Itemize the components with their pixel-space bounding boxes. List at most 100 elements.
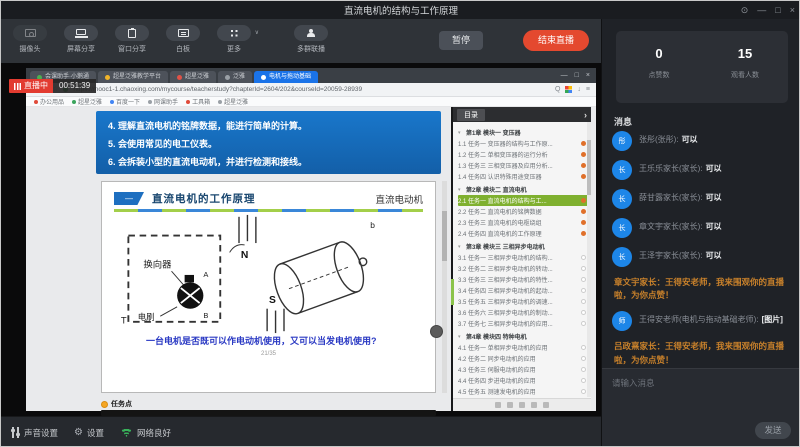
viewers-count: 15 xyxy=(702,46,788,61)
message-input[interactable] xyxy=(602,369,800,427)
caret-down-icon: ▾ xyxy=(458,130,464,136)
catalog-chapter-row: ▾第3章 模块三 三相异步电动机 xyxy=(458,241,588,252)
catalog-position-indicator xyxy=(451,279,454,305)
viewer-tool-icon[interactable] xyxy=(519,402,525,408)
chapter-catalog-panel: 目录 › ▾第1章 模块一 变压器1.1 任务一 变压器的结构与工作原...1.… xyxy=(451,107,591,411)
catalog-item: 3.4 任务四 三相异步电动机的起动... xyxy=(458,285,588,296)
message-body: 张彤(张彤):可以 xyxy=(639,131,698,151)
close-button[interactable]: × xyxy=(790,5,795,15)
chat-message: 长薛甘露家长(家长):可以 xyxy=(612,189,791,209)
tab-label: 超星泛雅教学平台 xyxy=(113,71,161,83)
maximize-button[interactable]: □ xyxy=(775,5,780,15)
task-point-badge-icon xyxy=(581,299,586,304)
task-point-badge-icon xyxy=(581,389,586,394)
bookmark-label: 百度一下 xyxy=(116,97,140,106)
task-point-badge-icon xyxy=(581,220,586,225)
svg-text:N: N xyxy=(240,250,247,261)
slide-scrollbar[interactable] xyxy=(442,181,447,393)
menu-icon: ≡ xyxy=(586,86,590,93)
messages-list[interactable]: 彤张彤(张彤):可以长王乐乐家长(家长):可以长薛甘露家长(家长):可以长章文宇… xyxy=(602,131,800,368)
message-body: 章文宇家长(家长):可以 xyxy=(639,218,722,238)
toolbar-button-more[interactable]: ∨更多 xyxy=(213,25,255,54)
chat-message: 长王泽宇家长(家长):可以 xyxy=(612,247,791,267)
viewer-tool-icon[interactable] xyxy=(531,402,537,408)
catalog-item-label: 1.3 任务三 三相变压器及应用分析... xyxy=(458,161,578,170)
toolbar-button-screen-share[interactable]: 屏幕分享 xyxy=(60,25,102,54)
toolbar-button-pill xyxy=(64,25,98,41)
avatar: 长 xyxy=(612,189,632,209)
tab-label: 泛雅 xyxy=(233,71,245,83)
catalog-item: 3.5 任务五 三相异步电动机的调速... xyxy=(458,296,588,307)
viewer-tool-icon[interactable] xyxy=(495,402,501,408)
timer-icon[interactable]: ⊙ xyxy=(741,5,749,16)
gear-icon: ⚙ xyxy=(74,428,83,438)
chat-message: 师王得安老师(电机与拖动基础老师):[图片] xyxy=(612,311,791,331)
end-live-button[interactable]: 结束直播 xyxy=(523,30,589,51)
bookmark-label: 办公用品 xyxy=(40,97,64,106)
wifi-icon xyxy=(120,428,133,437)
chat-message: 长王乐乐家长(家长):可以 xyxy=(612,160,791,180)
title-bar: 直流电机的结构与工作原理 ⊙ — □ × xyxy=(1,1,800,19)
collapse-arrow-icon[interactable]: › xyxy=(584,110,587,120)
settings-button[interactable]: ⚙ 设置 xyxy=(74,427,104,439)
catalog-item: 1.3 任务三 三相变压器及应用分析... xyxy=(458,160,588,171)
url-text: https://mooc1-1.chaoxing.com/mycourse/te… xyxy=(73,86,550,93)
objectives-box: 4. 理解直流电机的铭牌数据，能进行简单的计算。5. 会使用常见的电工仪表。6.… xyxy=(96,111,441,174)
toolbar-button-label: 多群联播 xyxy=(290,44,332,54)
message-text: [图片] xyxy=(762,315,783,324)
viewer-tool-icon[interactable] xyxy=(507,402,513,408)
browser-content: 4. 理解直流电机的铭牌数据，能进行简单的计算。5. 会使用常见的电工仪表。6.… xyxy=(26,107,596,411)
tab-favicon xyxy=(225,75,230,80)
avatar: 长 xyxy=(612,247,632,267)
catalog-scrollbar-thumb[interactable] xyxy=(587,140,591,195)
header-stripe-decoration xyxy=(114,209,423,212)
catalog-item-label: 3.3 任务三 三相异步电动机的特性... xyxy=(458,275,578,284)
avatar: 彤 xyxy=(612,131,632,151)
catalog-item-label: 4.5 任务五 测速发电机的应用 xyxy=(458,387,578,396)
caret-down-icon: ▾ xyxy=(458,187,464,193)
main-toolbar: 摄像头屏幕分享窗口分享白板 ∨更多多群联播 暂停 结束直播 xyxy=(1,19,601,63)
catalog-item-label: 4.4 任务四 步进电动机的应用 xyxy=(458,376,578,385)
pause-button[interactable]: 暂停 xyxy=(439,31,483,50)
catalog-item-label: 2.2 任务二 直流电机的铭牌数据 xyxy=(458,207,578,216)
send-button[interactable]: 发送 xyxy=(755,422,791,439)
catalog-item: 2.3 任务三 直流电机的电枢绕组 xyxy=(458,217,588,228)
sound-settings-button[interactable]: 声音设置 xyxy=(11,427,58,439)
viewer-tool-icon[interactable] xyxy=(543,402,549,408)
objective-line: 4. 理解直流电机的铭牌数据，能进行简单的计算。 xyxy=(108,117,441,135)
catalog-item-label: 2.1 任务一 直流电机的结构与工... xyxy=(458,196,578,205)
chat-message: 彤张彤(张彤):可以 xyxy=(612,131,791,151)
toolbar-button-whiteboard[interactable]: 白板 xyxy=(162,25,204,54)
catalog-item-label: 2.4 任务四 直流电机的工作原理 xyxy=(458,229,578,238)
viewers-label: 观看人数 xyxy=(702,70,788,80)
toolbar-button-pill xyxy=(294,25,328,41)
tab-favicon xyxy=(105,75,110,80)
task-point-badge-icon xyxy=(581,198,586,203)
catalog-tab[interactable]: 目录 xyxy=(457,109,485,121)
catalog-item: 3.3 任务三 三相异步电动机的特性... xyxy=(458,274,588,285)
task-point-badge-icon xyxy=(581,277,586,282)
download-icon: ↓ xyxy=(577,86,581,93)
svg-text:A: A xyxy=(203,270,208,279)
browser-tab-strip: 会课助手·小鹅通超星泛雅教学平台超星泛雅泛雅电机与拖动基础 —□× xyxy=(26,68,596,83)
toolbar-button-camera[interactable]: 摄像头 xyxy=(9,25,51,54)
toolbar-button-multi-broadcast[interactable]: 多群联播 xyxy=(290,25,332,54)
bottom-status-bar: 声音设置 ⚙ 设置 网络良好 xyxy=(1,416,601,447)
task-point-badge-icon xyxy=(581,266,586,271)
bookmark-favicon xyxy=(110,100,114,104)
toolbar-button-window-share[interactable]: 窗口分享 xyxy=(111,25,153,54)
minimize-button[interactable]: — xyxy=(757,5,766,15)
task-point-badge-icon xyxy=(581,152,586,157)
bookmark-favicon xyxy=(34,100,38,104)
catalog-item-label: 4.1 任务一 单相异步电动机的应用 xyxy=(458,343,578,352)
catalog-item-label: 3.5 任务五 三相异步电动机的调速... xyxy=(458,297,578,306)
toolbar-button-pill xyxy=(115,25,149,41)
slide-scrollbar-thumb[interactable] xyxy=(442,211,447,261)
browser-window-controls: —□× xyxy=(561,68,596,83)
catalog-scrollbar[interactable] xyxy=(587,122,591,397)
window-controls: ⊙ — □ × xyxy=(741,1,795,19)
bookmark-item: 超星泛雅 xyxy=(218,97,248,106)
floating-page-button[interactable] xyxy=(430,325,443,338)
catalog-item: 4.4 任务四 步进电动机的应用 xyxy=(458,375,588,386)
toolbar-button-label: 摄像头 xyxy=(9,44,51,54)
